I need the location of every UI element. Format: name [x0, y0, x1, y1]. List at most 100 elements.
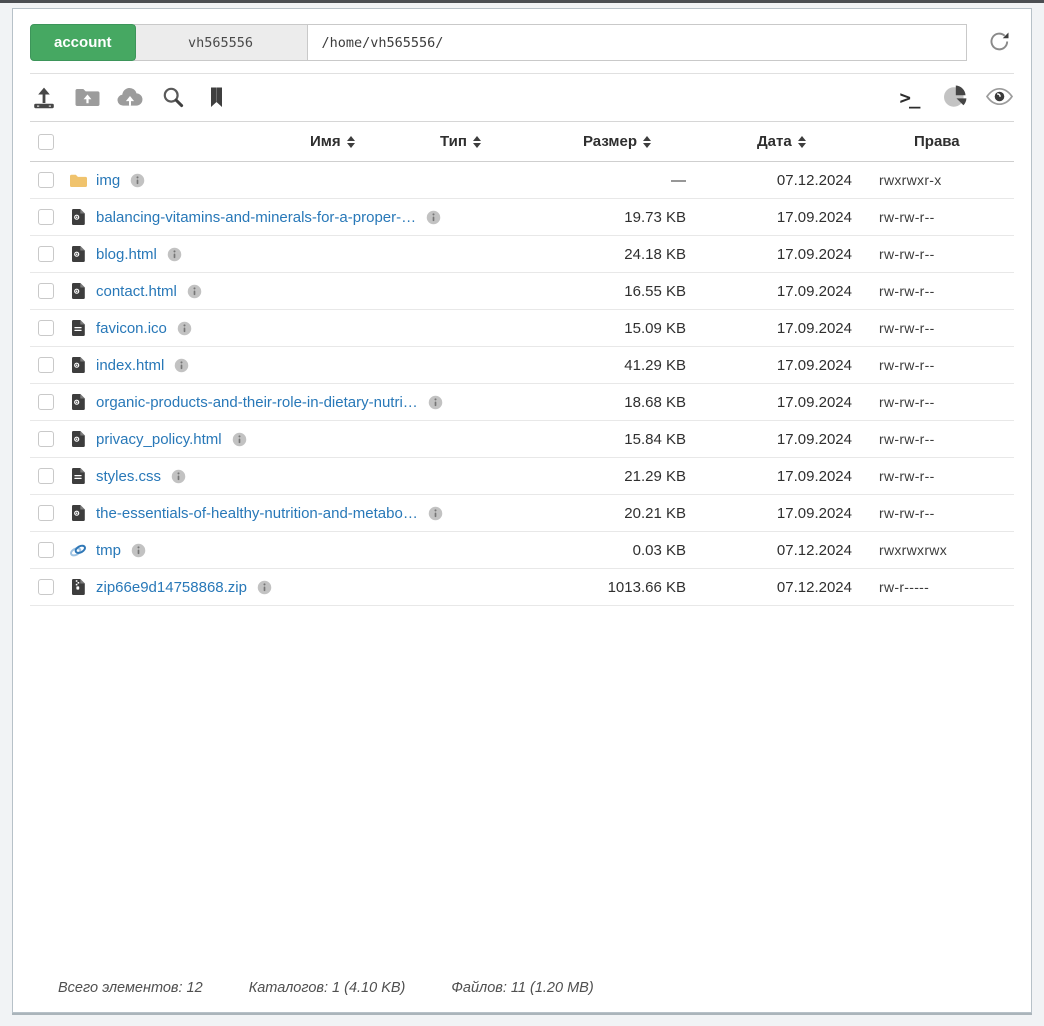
column-header-name-label: Имя: [310, 133, 341, 150]
file-size: 0.03 KB: [563, 542, 713, 559]
file-permissions: rw-rw-r--: [879, 209, 1014, 225]
table-row: styles.css 21.29 KB 17.09.2024 rw-rw-r--: [30, 458, 1014, 495]
file-name-link[interactable]: styles.css: [96, 468, 161, 485]
table-row: the-essentials-of-healthy-nutrition-and-…: [30, 495, 1014, 532]
row-checkbox[interactable]: [38, 505, 54, 521]
column-header-date[interactable]: Дата: [757, 122, 806, 161]
file-table-body: img — 07.12.2024 rwxrwxr-x balancing-vit…: [30, 162, 1014, 606]
info-icon[interactable]: [187, 284, 202, 299]
row-checkbox[interactable]: [38, 394, 54, 410]
row-check-cell: [30, 283, 68, 299]
column-header-type-label: Тип: [440, 133, 467, 150]
column-header-perms-label: Права: [914, 133, 960, 150]
file-date: 17.09.2024: [713, 357, 879, 374]
search-button[interactable]: [159, 83, 187, 113]
terminal-button[interactable]: >_: [895, 83, 923, 113]
file-date: 17.09.2024: [713, 246, 879, 263]
row-name-cell: styles.css: [68, 467, 563, 485]
path-input[interactable]: [308, 24, 967, 61]
refresh-icon: [988, 30, 1011, 56]
topbar: account vh565556: [13, 9, 1031, 73]
row-checkbox[interactable]: [38, 542, 54, 558]
row-checkbox[interactable]: [38, 357, 54, 373]
upload-button[interactable]: [30, 83, 58, 113]
file-name-link[interactable]: blog.html: [96, 246, 157, 263]
row-checkbox[interactable]: [38, 468, 54, 484]
file-text-icon: [68, 319, 88, 337]
toolbar: >_: [13, 74, 1031, 121]
refresh-button[interactable]: [983, 27, 1015, 59]
row-check-cell: [30, 357, 68, 373]
file-name-link[interactable]: tmp: [96, 542, 121, 559]
file-name-link[interactable]: the-essentials-of-healthy-nutrition-and-…: [96, 505, 418, 522]
column-header-size[interactable]: Размер: [583, 122, 651, 161]
file-permissions: rw-rw-r--: [879, 283, 1014, 299]
info-icon[interactable]: [171, 469, 186, 484]
file-html-icon: [68, 208, 88, 226]
row-checkbox[interactable]: [38, 431, 54, 447]
disk-usage-button[interactable]: [940, 83, 968, 113]
file-name-link[interactable]: balancing-vitamins-and-minerals-for-a-pr…: [96, 209, 416, 226]
info-icon[interactable]: [428, 395, 443, 410]
file-date: 17.09.2024: [713, 505, 879, 522]
select-all-checkbox[interactable]: [38, 134, 54, 150]
account-button[interactable]: account: [30, 24, 136, 61]
file-name-link[interactable]: index.html: [96, 357, 164, 374]
bookmark-button[interactable]: [202, 83, 230, 113]
info-icon[interactable]: [232, 432, 247, 447]
file-name-link[interactable]: favicon.ico: [96, 320, 167, 337]
info-icon[interactable]: [426, 210, 441, 225]
file-name-link[interactable]: img: [96, 172, 120, 189]
info-icon[interactable]: [174, 358, 189, 373]
preview-button[interactable]: [985, 83, 1014, 113]
column-header-type[interactable]: Тип: [440, 122, 481, 161]
column-header-name[interactable]: Имя: [310, 122, 355, 161]
file-name-link[interactable]: organic-products-and-their-role-in-dieta…: [96, 394, 418, 411]
file-permissions: rw-rw-r--: [879, 394, 1014, 410]
file-size: 15.09 KB: [563, 320, 713, 337]
upload-icon: [31, 84, 57, 113]
table-row: balancing-vitamins-and-minerals-for-a-pr…: [30, 199, 1014, 236]
info-icon[interactable]: [130, 173, 145, 188]
info-icon[interactable]: [428, 506, 443, 521]
file-size: 20.21 KB: [563, 505, 713, 522]
row-checkbox[interactable]: [38, 579, 54, 595]
info-icon[interactable]: [167, 247, 182, 262]
sort-icon: [473, 136, 481, 148]
info-icon[interactable]: [177, 321, 192, 336]
file-permissions: rw-rw-r--: [879, 246, 1014, 262]
file-permissions: rw-rw-r--: [879, 505, 1014, 521]
row-check-cell: [30, 209, 68, 225]
info-icon[interactable]: [257, 580, 272, 595]
file-name-link[interactable]: zip66e9d14758868.zip: [96, 579, 247, 596]
symlink-icon: [68, 544, 88, 557]
file-size: 19.73 KB: [563, 209, 713, 226]
table-row: privacy_policy.html 15.84 KB 17.09.2024 …: [30, 421, 1014, 458]
row-check-cell: [30, 394, 68, 410]
file-permissions: rw-rw-r--: [879, 431, 1014, 447]
row-checkbox[interactable]: [38, 209, 54, 225]
file-date: 17.09.2024: [713, 468, 879, 485]
file-size: 15.84 KB: [563, 431, 713, 448]
file-text-icon: [68, 467, 88, 485]
row-checkbox[interactable]: [38, 246, 54, 262]
row-check-cell: [30, 172, 68, 188]
folder-upload-button[interactable]: [73, 83, 101, 113]
path-bar: account vh565556: [30, 24, 967, 61]
file-html-icon: [68, 282, 88, 300]
file-name-link[interactable]: privacy_policy.html: [96, 431, 222, 448]
folder-icon: [68, 173, 88, 188]
home-dir-segment[interactable]: vh565556: [134, 24, 308, 61]
cloud-upload-button[interactable]: [116, 83, 144, 113]
row-checkbox[interactable]: [38, 283, 54, 299]
info-icon[interactable]: [131, 543, 146, 558]
row-name-cell: organic-products-and-their-role-in-dieta…: [68, 393, 563, 411]
file-name-link[interactable]: contact.html: [96, 283, 177, 300]
status-total-items: Всего элементов: 12: [58, 980, 203, 996]
row-checkbox[interactable]: [38, 172, 54, 188]
file-permissions: rwxrwxrwx: [879, 542, 1014, 558]
row-checkbox[interactable]: [38, 320, 54, 336]
sort-icon: [643, 136, 651, 148]
row-check-cell: [30, 468, 68, 484]
row-name-cell: privacy_policy.html: [68, 430, 563, 448]
